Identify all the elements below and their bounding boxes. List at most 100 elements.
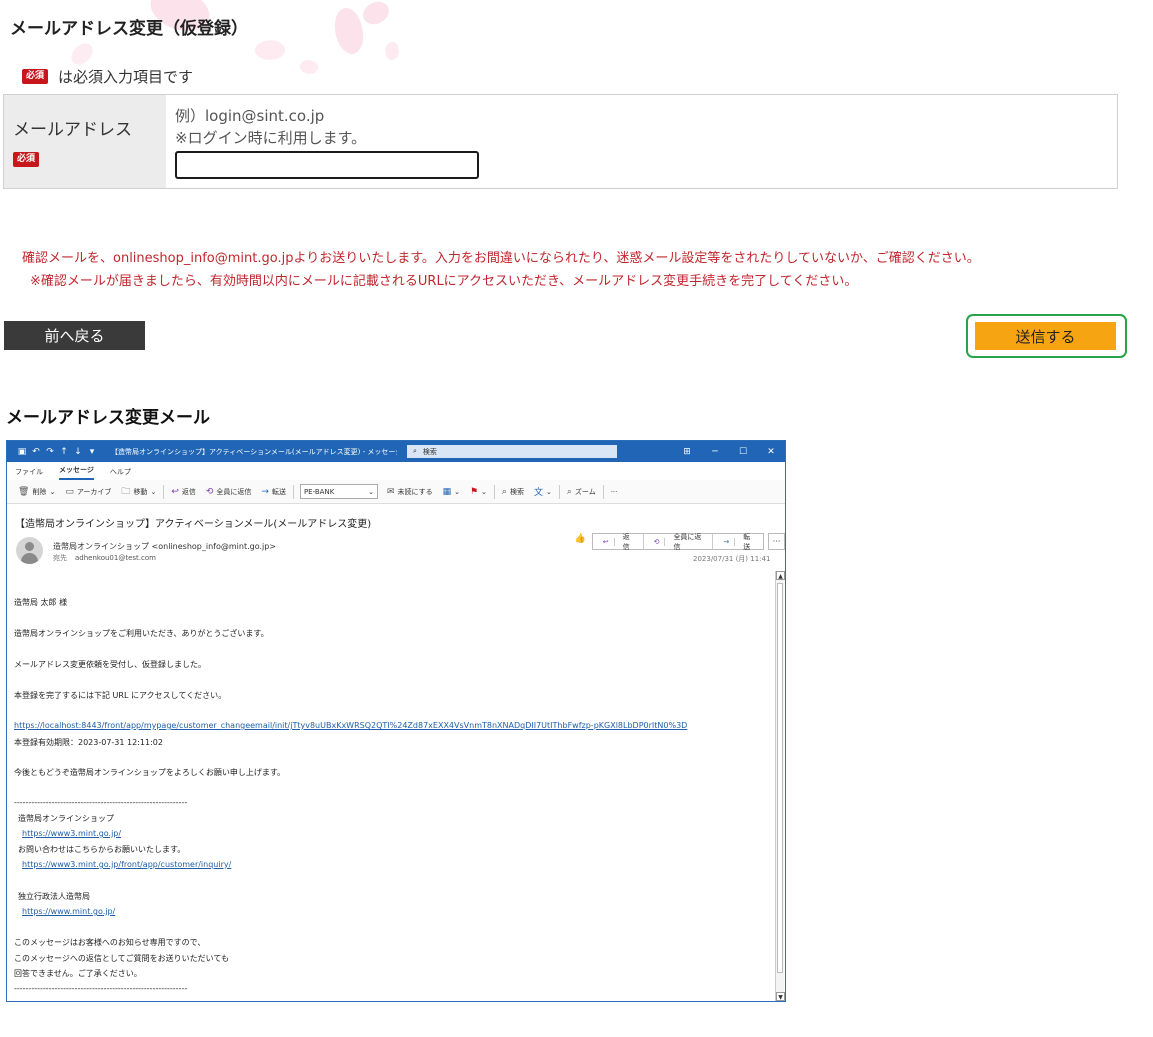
more-commands-button[interactable]: ··· [606, 488, 623, 496]
submit-button[interactable]: 送信する [975, 322, 1116, 350]
find-label: 検索 [509, 487, 524, 496]
email-label: メールアドレス [13, 120, 132, 140]
action-reply-all-button[interactable]: ⟲ 全員に返信 [644, 533, 714, 551]
down-arrow-icon[interactable]: ↓ [71, 447, 85, 457]
maximize-icon[interactable]: ☐ [729, 447, 757, 457]
search-icon: ⌕ [501, 486, 507, 497]
body-instruction: 本登録を完了するには下記 URL にアクセスしてください。 [14, 691, 227, 700]
body-accepted: メールアドレス変更依頼を受付し、仮登録しました。 [14, 660, 206, 669]
reply-all-label: 全員に返信 [216, 487, 252, 496]
required-note: 必須 は必須入力項目です [22, 66, 193, 87]
recipient-label: 宛先 [53, 554, 67, 562]
redo-icon[interactable]: ↷ [43, 447, 57, 457]
notice-line-1: 確認メールを、onlineshop_info@mint.go.jpよりお送りいた… [22, 251, 980, 266]
more-icon: ··· [610, 487, 618, 496]
reply-all-icon: ⟲ [649, 537, 666, 546]
message-subject: 【造幣局オンラインショップ】アクティベーションメール(メールアドレス変更) [15, 519, 372, 530]
reply-action-group: ↩ 返信 ⟲ 全員に返信 → 転送 [591, 532, 765, 551]
mark-unread-button[interactable]: ✉ 未読にする [382, 487, 438, 497]
zoom-icon: ⌕ [566, 486, 572, 497]
translate-icon: 文 [533, 488, 543, 498]
translate-button[interactable]: 文 ⌄ [529, 485, 557, 499]
email-field-cell: 例）login@sint.co.jp ※ログイン時に利用します。 [166, 95, 1117, 188]
menu-message[interactable]: メッセージ [59, 465, 94, 480]
forward-button[interactable]: → 転送 [256, 487, 291, 497]
action-reply-button[interactable]: ↩ 返信 [593, 533, 644, 551]
outlook-message-window: ▣ ↶ ↷ ↑ ↓ ▾ 【造幣局オンラインショップ】アクティベーションメール(メ… [6, 440, 786, 1002]
scroll-up-icon[interactable]: ▲ [776, 571, 785, 580]
save-icon[interactable]: ▣ [15, 447, 29, 457]
up-arrow-icon[interactable]: ↑ [57, 447, 71, 457]
inquiry-link[interactable]: https://www3.mint.go.jp/front/app/custom… [22, 860, 231, 869]
message-scrollbar[interactable]: ▲ ▼ [775, 571, 785, 1001]
categorize-button[interactable]: ▦ ⌄ [438, 487, 465, 497]
undo-icon[interactable]: ↶ [29, 447, 43, 457]
like-icon[interactable]: 👍 [573, 534, 588, 550]
action-forward-button[interactable]: → 転送 [713, 532, 763, 551]
customize-icon[interactable]: ▾ [85, 447, 99, 457]
menu-file[interactable]: ファイル [15, 467, 43, 480]
reply-all-icon: ⟲ [205, 486, 214, 497]
scroll-down-icon[interactable]: ▼ [776, 992, 785, 1001]
window-title: 【造幣局オンラインショップ】アクティベーションメール(メールアドレス変更) - … [111, 447, 397, 456]
flag-icon: ⚑ [469, 486, 479, 497]
find-button[interactable]: ⌕ 検索 [497, 487, 529, 497]
close-icon[interactable]: ✕ [757, 447, 785, 457]
reply-button[interactable]: ↩ 返信 [166, 487, 201, 497]
folder-move-icon: 🗀 [121, 486, 131, 497]
required-badge: 必須 [22, 69, 49, 84]
message-sender[interactable]: 造幣局オンラインショップ <onlineshop_info@mint.go.jp… [53, 541, 276, 552]
trash-icon: 🗑 [18, 486, 30, 497]
ribbon-toolbar: 🗑 削除 ⌄ ▭ アーカイブ 🗀 移動 ⌄ ↩ 返信 ⟲ 全員に返信 → 転送 PE-BANK ⌄… [7, 480, 785, 504]
body-thanks: 造幣局オンラインショップをご利用いただき、ありがとうございます。 [14, 629, 269, 638]
minimize-icon[interactable]: ─ [701, 447, 729, 457]
email-input[interactable] [175, 151, 479, 179]
zoom-button[interactable]: ⌕ ズーム [562, 487, 601, 497]
chevron-down-icon: ⌄ [368, 487, 374, 496]
ribbon-separator [292, 484, 294, 499]
title-search-box[interactable]: ⌕ 検索 [407, 445, 617, 458]
required-note-text: は必須入力項目です [58, 68, 194, 86]
scroll-thumb[interactable] [777, 583, 783, 973]
action-forward-label: 転送 [743, 532, 751, 551]
body-divider-bottom: ----------------------------------------… [14, 984, 188, 993]
mark-unread-label: 未読にする [397, 487, 433, 496]
message-recipient: 宛先 adhenkou01@test.com [53, 553, 156, 563]
delete-button[interactable]: 🗑 削除 ⌄ [13, 487, 60, 497]
ribbon-separator [602, 484, 604, 499]
body-closing: 今後ともどうぞ造幣局オンラインショップをよろしくお願い申し上げます。 [14, 768, 286, 777]
archive-icon: ▭ [65, 486, 74, 497]
quick-step-value: PE-BANK [303, 487, 335, 496]
forward-label: 転送 [271, 487, 286, 496]
activation-link[interactable]: https://localhost:8443/front/app/mypage/… [14, 721, 687, 730]
shop-link[interactable]: https://www3.mint.go.jp/ [22, 829, 121, 838]
back-button[interactable]: 前へ戻る [4, 321, 145, 350]
chevron-down-icon: ⌄ [49, 487, 56, 496]
page-title: メールアドレス変更（仮登録） [10, 19, 248, 39]
org-link[interactable]: https://www.mint.go.jp/ [22, 907, 115, 916]
archive-label: アーカイブ [76, 487, 112, 496]
quick-steps-combo[interactable]: PE-BANK ⌄ [299, 484, 378, 499]
mail-section-title: メールアドレス変更メール [6, 408, 210, 428]
notice-line-2: ※確認メールが届きましたら、有効時間以内にメールに記載されるURLにアクセスいた… [30, 274, 858, 289]
menu-help[interactable]: ヘルプ [110, 467, 131, 480]
reply-icon: ↩ [171, 486, 179, 497]
more-actions-button[interactable]: ··· [768, 533, 785, 550]
ribbon-separator [493, 484, 495, 499]
restore-ribbon-icon[interactable]: ⊞ [673, 447, 701, 457]
reply-label: 返信 [181, 487, 196, 496]
flag-button[interactable]: ⚑ ⌄ [465, 487, 492, 497]
reply-all-button[interactable]: ⟲ 全員に返信 [201, 487, 257, 497]
chevron-down-icon: ⌄ [545, 487, 552, 496]
search-icon: ⌕ [413, 447, 417, 455]
menu-bar: ファイル メッセージ ヘルプ [7, 462, 785, 480]
move-button[interactable]: 🗀 移動 ⌄ [116, 484, 161, 500]
recipient-address[interactable]: adhenkou01@test.com [75, 554, 156, 562]
ribbon-separator [558, 484, 560, 499]
archive-button[interactable]: ▭ アーカイブ [60, 487, 116, 497]
body-expiry: 本登録有効期限：2023-07-31 12:11:02 [14, 738, 163, 747]
chevron-down-icon: ⌄ [150, 487, 157, 496]
forward-icon: → [261, 486, 269, 497]
email-required-badge: 必須 [13, 152, 40, 167]
email-hint-example: 例）login@sint.co.jp [175, 107, 325, 125]
